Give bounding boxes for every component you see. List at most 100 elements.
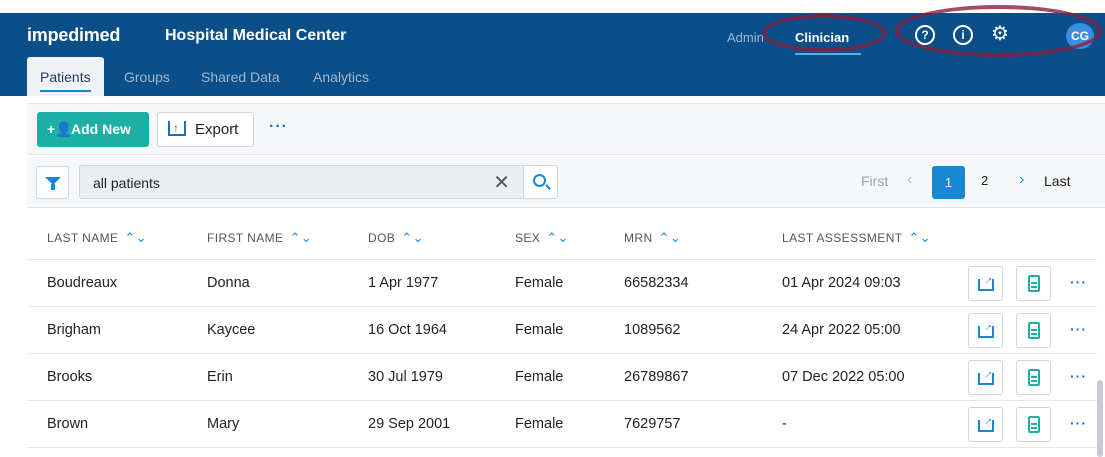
share-button[interactable]: ↑	[968, 266, 1003, 301]
sort-icon[interactable]: ⌃⌄	[659, 230, 682, 245]
sub-nav: Patients Groups Shared Data Analytics	[0, 57, 1105, 96]
clear-icon[interactable]: ✕	[493, 170, 510, 195]
cell-first-name: Donna	[207, 275, 250, 291]
cell-mrn: 66582334	[624, 275, 689, 291]
cell-dob: 29 Sep 2001	[368, 416, 451, 432]
search-input[interactable]: all patients ✕	[79, 165, 551, 199]
cell-last-name: Brigham	[47, 322, 101, 338]
cell-mrn: 1089562	[624, 322, 681, 338]
active-role-indicator	[795, 53, 861, 55]
info-circle-icon[interactable]: i	[953, 25, 973, 45]
tab-label: Patients	[40, 69, 91, 85]
row-more-icon[interactable]: ···	[1070, 274, 1087, 290]
cell-sex: Female	[515, 416, 564, 432]
cell-dob: 1 Apr 1977	[368, 275, 439, 291]
share-button[interactable]: ↑	[968, 360, 1003, 395]
cell-last-name: Brown	[47, 416, 89, 432]
role-admin[interactable]: Admin	[727, 30, 764, 45]
pager-page-2[interactable]: 2	[981, 173, 988, 188]
tab-shared-data[interactable]: Shared Data	[201, 57, 280, 96]
role-clinician[interactable]: Clinician	[795, 30, 849, 45]
search-button[interactable]	[523, 165, 558, 199]
report-button[interactable]	[1016, 360, 1051, 395]
cell-dob: 30 Jul 1979	[368, 369, 443, 385]
column-header-first-name[interactable]: FIRST NAME ⌃⌄	[207, 230, 312, 246]
tab-analytics[interactable]: Analytics	[313, 57, 369, 96]
cell-first-name: Mary	[207, 416, 240, 432]
column-header-dob[interactable]: DOB ⌃⌄	[368, 230, 424, 246]
column-label: MRN	[624, 231, 653, 245]
column-label: LAST NAME	[47, 231, 119, 245]
avatar[interactable]: CG	[1066, 23, 1094, 49]
add-user-icon: +👤	[47, 121, 73, 137]
document-line	[1031, 333, 1037, 335]
sort-icon[interactable]: ⌃⌄	[124, 230, 147, 245]
sort-icon[interactable]: ⌃⌄	[289, 230, 312, 245]
document-line	[1031, 423, 1037, 425]
chevron-right-icon[interactable]: ›	[1019, 171, 1024, 189]
table-row[interactable]: Brigham Kaycee 16 Oct 1964 Female 108956…	[27, 307, 1097, 354]
report-button[interactable]	[1016, 266, 1051, 301]
export-icon	[168, 112, 186, 145]
more-options-icon[interactable]: ···	[269, 118, 288, 136]
sort-icon[interactable]: ⌃⌄	[401, 230, 424, 245]
filter-button[interactable]	[36, 166, 69, 199]
tab-groups[interactable]: Groups	[124, 57, 170, 96]
cell-mrn: 26789867	[624, 369, 689, 385]
column-label: DOB	[368, 231, 396, 245]
row-more-icon[interactable]: ···	[1070, 368, 1087, 384]
top-bar: impedimed Hospital Medical Center Admin …	[0, 13, 1105, 57]
sort-icon[interactable]: ⌃⌄	[909, 230, 932, 245]
cell-sex: Female	[515, 322, 564, 338]
cell-first-name: Erin	[207, 369, 233, 385]
share-button[interactable]: ↑	[968, 313, 1003, 348]
add-new-label: Add New	[71, 121, 131, 137]
document-line	[1031, 380, 1037, 382]
toolbar: +👤 Add New Export ···	[27, 103, 1105, 155]
column-header-last-assessment[interactable]: LAST ASSESSMENT ⌃⌄	[782, 230, 931, 246]
filter-icon-stem	[51, 184, 55, 190]
cell-dob: 16 Oct 1964	[368, 322, 447, 338]
column-header-last-name[interactable]: LAST NAME ⌃⌄	[47, 230, 147, 246]
table-row[interactable]: Boudreaux Donna 1 Apr 1977 Female 665823…	[27, 260, 1097, 307]
search-icon-handle	[545, 184, 551, 190]
export-button[interactable]: Export	[157, 112, 254, 147]
filter-bar: all patients ✕ First ‹ 1 2 › Last	[27, 157, 1105, 208]
report-button[interactable]	[1016, 313, 1051, 348]
chevron-left-icon[interactable]: ‹	[907, 171, 912, 189]
pager-page-1[interactable]: 1	[932, 166, 965, 199]
row-more-icon[interactable]: ···	[1070, 415, 1087, 431]
cell-first-name: Kaycee	[207, 322, 256, 338]
column-header-mrn[interactable]: MRN ⌃⌄	[624, 230, 681, 246]
pager-last[interactable]: Last	[1044, 173, 1070, 189]
app-logo[interactable]: impedimed	[27, 25, 120, 46]
column-label: FIRST NAME	[207, 231, 284, 245]
hospital-name: Hospital Medical Center	[165, 27, 347, 44]
document-line	[1031, 376, 1037, 378]
patients-table: LAST NAME ⌃⌄ FIRST NAME ⌃⌄ DOB ⌃⌄ SEX ⌃⌄ MRN…	[27, 215, 1097, 448]
export-label: Export	[195, 121, 239, 138]
row-more-icon[interactable]: ···	[1070, 321, 1087, 337]
gear-icon[interactable]: ⚙	[991, 22, 1009, 46]
cell-last-assessment: 01 Apr 2024 09:03	[782, 275, 901, 291]
cell-last-assessment: 24 Apr 2022 05:00	[782, 322, 901, 338]
add-new-button[interactable]: +👤 Add New	[37, 112, 149, 147]
table-header: LAST NAME ⌃⌄ FIRST NAME ⌃⌄ DOB ⌃⌄ SEX ⌃⌄ MRN…	[27, 215, 1097, 260]
help-circle-icon[interactable]: ?	[915, 25, 935, 45]
column-label: SEX	[515, 231, 541, 245]
search-value: all patients	[93, 175, 160, 191]
scrollbar[interactable]	[1097, 380, 1103, 457]
table-row[interactable]: Brooks Erin 30 Jul 1979 Female 26789867 …	[27, 354, 1097, 401]
report-button[interactable]	[1016, 407, 1051, 442]
cell-sex: Female	[515, 369, 564, 385]
pager-first[interactable]: First	[861, 173, 888, 189]
share-button[interactable]: ↑	[968, 407, 1003, 442]
table-row[interactable]: Brown Mary 29 Sep 2001 Female 7629757 - …	[27, 401, 1097, 448]
document-line	[1031, 282, 1037, 284]
document-line	[1031, 286, 1037, 288]
tab-patients[interactable]: Patients	[27, 57, 104, 96]
column-header-sex[interactable]: SEX ⌃⌄	[515, 230, 569, 246]
sort-icon[interactable]: ⌃⌄	[546, 230, 569, 245]
cell-sex: Female	[515, 275, 564, 291]
document-line	[1031, 427, 1037, 429]
